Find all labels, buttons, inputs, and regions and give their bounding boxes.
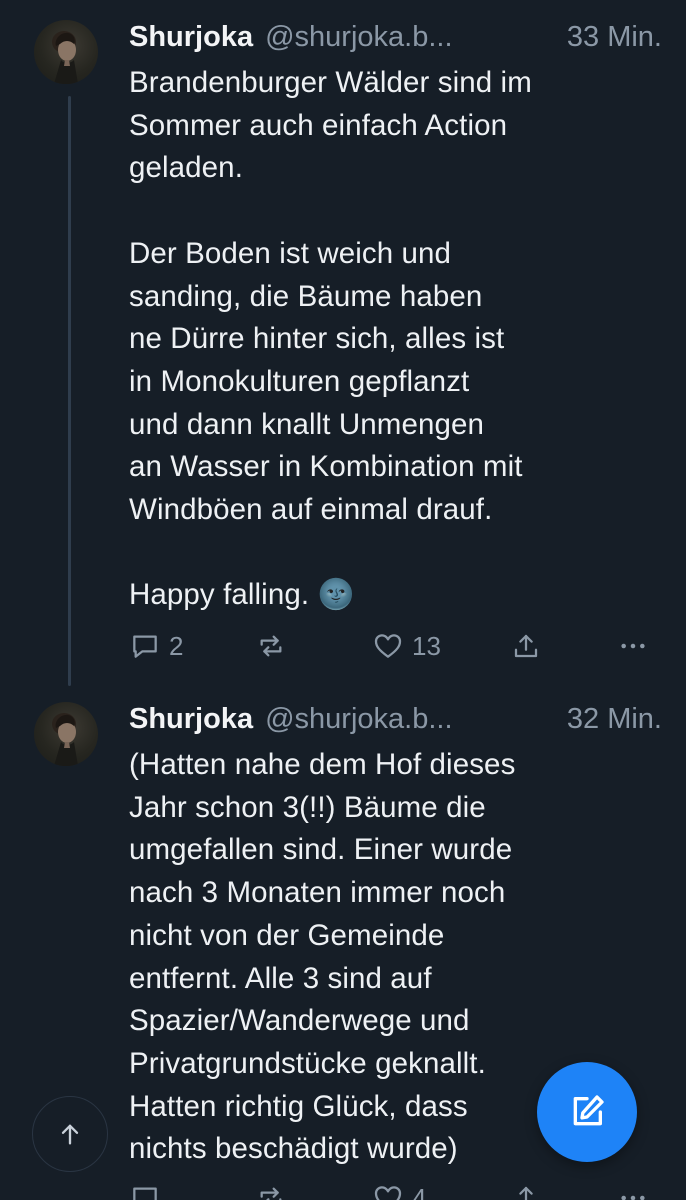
post-actions: 4 <box>129 1178 662 1200</box>
author-handle[interactable]: @shurjoka.b... <box>265 21 452 54</box>
share-button[interactable] <box>511 626 541 666</box>
repost-button[interactable] <box>255 1178 287 1200</box>
post-header: Shurjoka @shurjoka.b... 33 Min. <box>129 21 662 61</box>
thread-line <box>68 96 71 686</box>
more-options-button[interactable] <box>617 1178 649 1200</box>
scroll-to-top-button[interactable] <box>32 1096 108 1172</box>
share-icon <box>519 1186 533 1200</box>
more-options-icon <box>621 1195 645 1200</box>
more-options-button[interactable] <box>617 626 649 666</box>
repost-icon <box>260 1187 282 1200</box>
author-handle[interactable]: @shurjoka.b... <box>265 703 452 736</box>
post-text: Brandenburger Wälder sind im Sommer auch… <box>129 66 532 612</box>
heart-icon <box>374 1186 402 1200</box>
post-actions: 2 13 <box>129 626 662 666</box>
share-button[interactable] <box>511 1178 541 1200</box>
arrow-up-icon <box>61 1124 79 1145</box>
author-name[interactable]: Shurjoka <box>129 21 253 54</box>
reply-icon <box>133 1187 157 1200</box>
share-icon <box>514 634 538 658</box>
more-options-icon <box>621 643 645 649</box>
avatar[interactable] <box>34 702 98 766</box>
author-name[interactable]: Shurjoka <box>129 703 253 736</box>
compose-button[interactable] <box>537 1062 637 1162</box>
post-feed: Shurjoka @shurjoka.b... 33 Min. Brandenb… <box>0 0 686 1200</box>
like-count: 13 <box>412 630 441 661</box>
repost-icon <box>260 635 282 657</box>
reply-button[interactable]: 2 <box>129 626 183 666</box>
reply-icon <box>133 635 157 658</box>
avatar[interactable] <box>34 20 98 84</box>
like-button[interactable]: 13 <box>372 626 441 666</box>
heart-icon <box>374 634 402 658</box>
post[interactable]: Shurjoka @shurjoka.b... 33 Min. Brandenb… <box>0 0 686 690</box>
post-timestamp[interactable]: 32 Min. <box>567 703 662 736</box>
post-timestamp[interactable]: 33 Min. <box>567 21 662 54</box>
like-button[interactable]: 4 <box>372 1178 426 1200</box>
reply-button[interactable] <box>129 1178 161 1200</box>
like-count: 4 <box>412 1182 427 1200</box>
reply-count: 2 <box>169 630 184 661</box>
post-header: Shurjoka @shurjoka.b... 32 Min. <box>129 703 662 743</box>
compose-icon <box>573 1095 604 1126</box>
repost-button[interactable] <box>255 626 287 666</box>
